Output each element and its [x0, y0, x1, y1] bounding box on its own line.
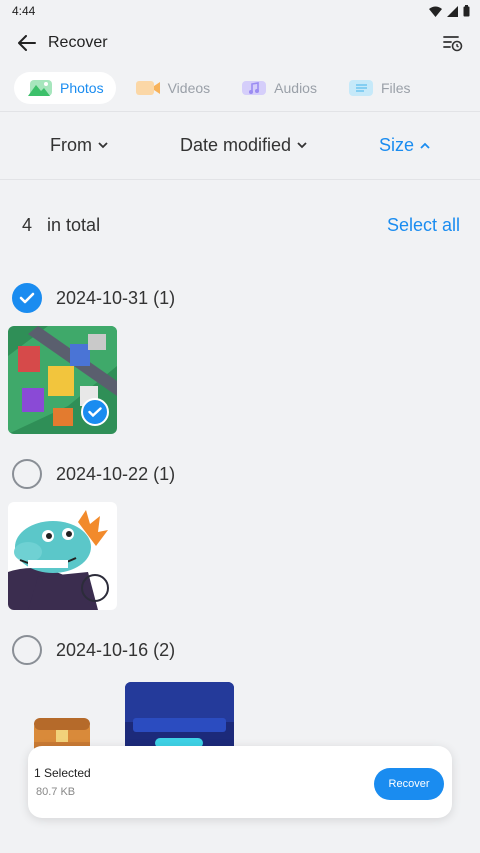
tab-audios[interactable]: Audios [228, 72, 329, 104]
photos-icon [26, 79, 54, 97]
status-icons [429, 5, 470, 17]
checkmark-icon [19, 292, 35, 304]
sort-size[interactable]: Size [379, 135, 430, 156]
checkmark-icon [88, 407, 102, 417]
date-group-header: 2024-10-31 (1) [0, 270, 480, 326]
tab-files[interactable]: Files [335, 72, 423, 104]
media-tabs: Photos Videos Audios Files [0, 64, 480, 112]
wifi-icon [429, 6, 442, 17]
group-checkbox[interactable] [12, 459, 42, 489]
app-bar: Recover [0, 22, 480, 64]
tab-photos[interactable]: Photos [14, 71, 116, 104]
sort-from-label: From [49, 135, 92, 155]
sort-size-label: Size [378, 135, 414, 155]
audios-icon [240, 79, 268, 97]
photo-checkbox[interactable] [81, 574, 109, 602]
sort-date-label: Date modified [179, 135, 292, 155]
summary-row: 4 in total Select all [0, 180, 480, 270]
tab-label: Audios [274, 79, 317, 96]
files-icon [347, 79, 375, 97]
selection-bar: 1 Selected 80.7 KB Recover [28, 746, 452, 818]
photo-checkbox[interactable] [81, 398, 109, 426]
total-count: 4 in total [22, 215, 100, 236]
videos-icon [134, 79, 162, 97]
status-bar: 4:44 [0, 0, 480, 22]
total-count-number: 4 [22, 214, 33, 235]
photo-grid [0, 502, 480, 610]
sort-from[interactable]: From [50, 135, 108, 156]
tab-label: Files [380, 79, 411, 96]
group-date: 2024-10-16 (2) [56, 639, 176, 660]
page-title: Recover [48, 34, 108, 51]
selection-info: 1 Selected 80.7 KB [34, 766, 91, 798]
chevron-down-icon [297, 140, 307, 152]
date-group-header: 2024-10-16 (2) [0, 622, 480, 678]
status-time: 4:44 [12, 4, 36, 18]
back-arrow-icon[interactable] [16, 32, 38, 54]
tab-label: Videos [167, 79, 211, 96]
tab-label: Photos [60, 79, 104, 96]
group-checkbox[interactable] [12, 635, 42, 665]
chevron-down-icon [98, 140, 108, 152]
total-count-suffix: in total [47, 214, 101, 235]
group-date: 2024-10-22 (1) [56, 463, 176, 484]
filter-history-icon[interactable] [442, 32, 464, 54]
selected-size: 80.7 KB [36, 786, 76, 798]
group-date: 2024-10-31 (1) [56, 287, 176, 308]
select-all-button[interactable]: Select all [387, 215, 460, 236]
photo-thumbnail[interactable] [8, 502, 117, 610]
chevron-up-icon [420, 140, 430, 152]
date-group-header: 2024-10-22 (1) [0, 446, 480, 502]
selected-count: 1 Selected [34, 766, 91, 780]
sort-date-modified[interactable]: Date modified [180, 135, 307, 156]
recover-button[interactable]: Recover [374, 768, 444, 800]
photo-grid [0, 326, 480, 434]
signal-icon [447, 5, 458, 17]
battery-icon [463, 5, 470, 17]
tab-videos[interactable]: Videos [122, 72, 223, 104]
photo-thumbnail[interactable] [8, 326, 117, 434]
group-checkbox[interactable] [12, 283, 42, 313]
sort-bar: From Date modified Size [0, 112, 480, 180]
